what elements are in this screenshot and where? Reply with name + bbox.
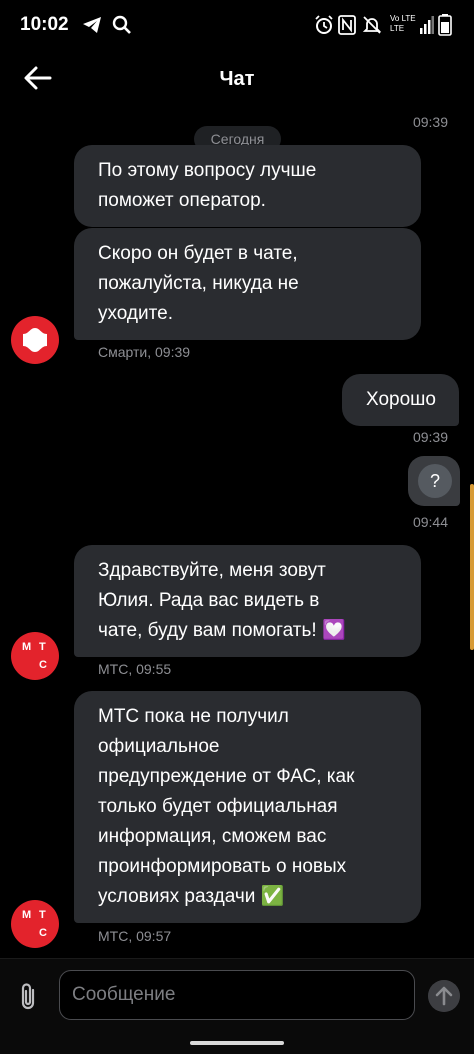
avatar-mts: М Т С — [11, 900, 59, 948]
avatar-smarti — [11, 316, 59, 364]
nfc-icon — [338, 15, 356, 35]
message-line: информация, сможем вас — [98, 826, 327, 847]
telegram-icon — [83, 17, 101, 33]
question-icon: ? — [418, 464, 452, 498]
message-line: Здравствуйте, меня зовут — [98, 560, 326, 581]
scrollbar-thumb[interactable] — [470, 484, 474, 650]
avatar-mts: М Т С — [11, 632, 59, 680]
message-line: проинформировать о новых — [98, 856, 347, 877]
status-time: 10:02 — [20, 14, 69, 35]
outgoing-message[interactable]: Хорошо — [342, 374, 459, 426]
message-sender-meta: МТС, 09:55 — [98, 661, 172, 677]
mts-logo-letter: Т — [39, 909, 46, 921]
search-icon — [112, 15, 131, 34]
message-line: чате, буду вам помогать! 💟 — [98, 620, 346, 641]
outgoing-attachment[interactable]: ? — [408, 456, 460, 506]
message-sender-meta: Смарти, 09:39 — [98, 344, 191, 360]
incoming-message[interactable]: Здравствуйте, меня зовут Юлия. Рада вас … — [74, 545, 421, 657]
mts-logo-letter: Т — [39, 641, 46, 653]
incoming-message[interactable]: МТС пока не получил официальное предупре… — [74, 691, 421, 923]
incoming-message[interactable]: Скоро он будет в чате, пожалуйста, никуд… — [74, 228, 421, 340]
mts-logo-letter: М — [22, 909, 32, 921]
network-label-bottom: LTE — [390, 24, 405, 33]
send-arrow-up-icon[interactable] — [428, 980, 460, 1012]
home-indicator[interactable] — [190, 1041, 284, 1045]
paperclip-icon[interactable] — [16, 982, 40, 1012]
message-line: предупреждение от ФАС, как — [98, 766, 355, 787]
message-line: пожалуйста, никуда не — [98, 273, 299, 294]
message-time: 09:39 — [412, 114, 448, 130]
message-line: Юлия. Рада вас видеть в — [98, 590, 320, 611]
message-line: условиях раздачи ✅ — [98, 886, 285, 907]
mts-logo: М Т С — [11, 900, 59, 948]
message-time: 09:39 — [412, 429, 448, 445]
battery-icon — [438, 14, 452, 36]
message-line: МТС пока не получил — [98, 706, 289, 727]
volte-lte-icon: Vo LTE LTE — [390, 14, 420, 34]
incoming-message[interactable]: По этому вопросу лучше поможет оператор. — [74, 145, 421, 227]
mts-logo-letter: С — [39, 659, 47, 671]
network-label-top: Vo LTE — [390, 14, 416, 23]
signal-icon — [420, 16, 434, 34]
mts-logo-letter: М — [22, 641, 32, 653]
mute-icon — [362, 16, 382, 34]
message-input[interactable] — [59, 970, 415, 1020]
message-line: поможет оператор. — [98, 190, 266, 211]
mts-logo: М Т С — [11, 632, 59, 680]
message-line: официальное — [98, 736, 220, 757]
alarm-icon — [315, 15, 333, 34]
message-line: уходите. — [98, 303, 173, 324]
message-line: Хорошо — [366, 389, 436, 410]
message-sender-meta: МТС, 09:57 — [98, 928, 172, 944]
smarti-logo — [23, 328, 47, 352]
page-title: Чат — [219, 68, 255, 90]
message-line: Скоро он будет в чате, — [98, 243, 298, 264]
message-time: 09:44 — [412, 514, 448, 530]
message-line: По этому вопросу лучше — [98, 160, 317, 181]
mts-logo-letter: С — [39, 927, 47, 939]
message-line: только будет официальная — [98, 796, 338, 817]
